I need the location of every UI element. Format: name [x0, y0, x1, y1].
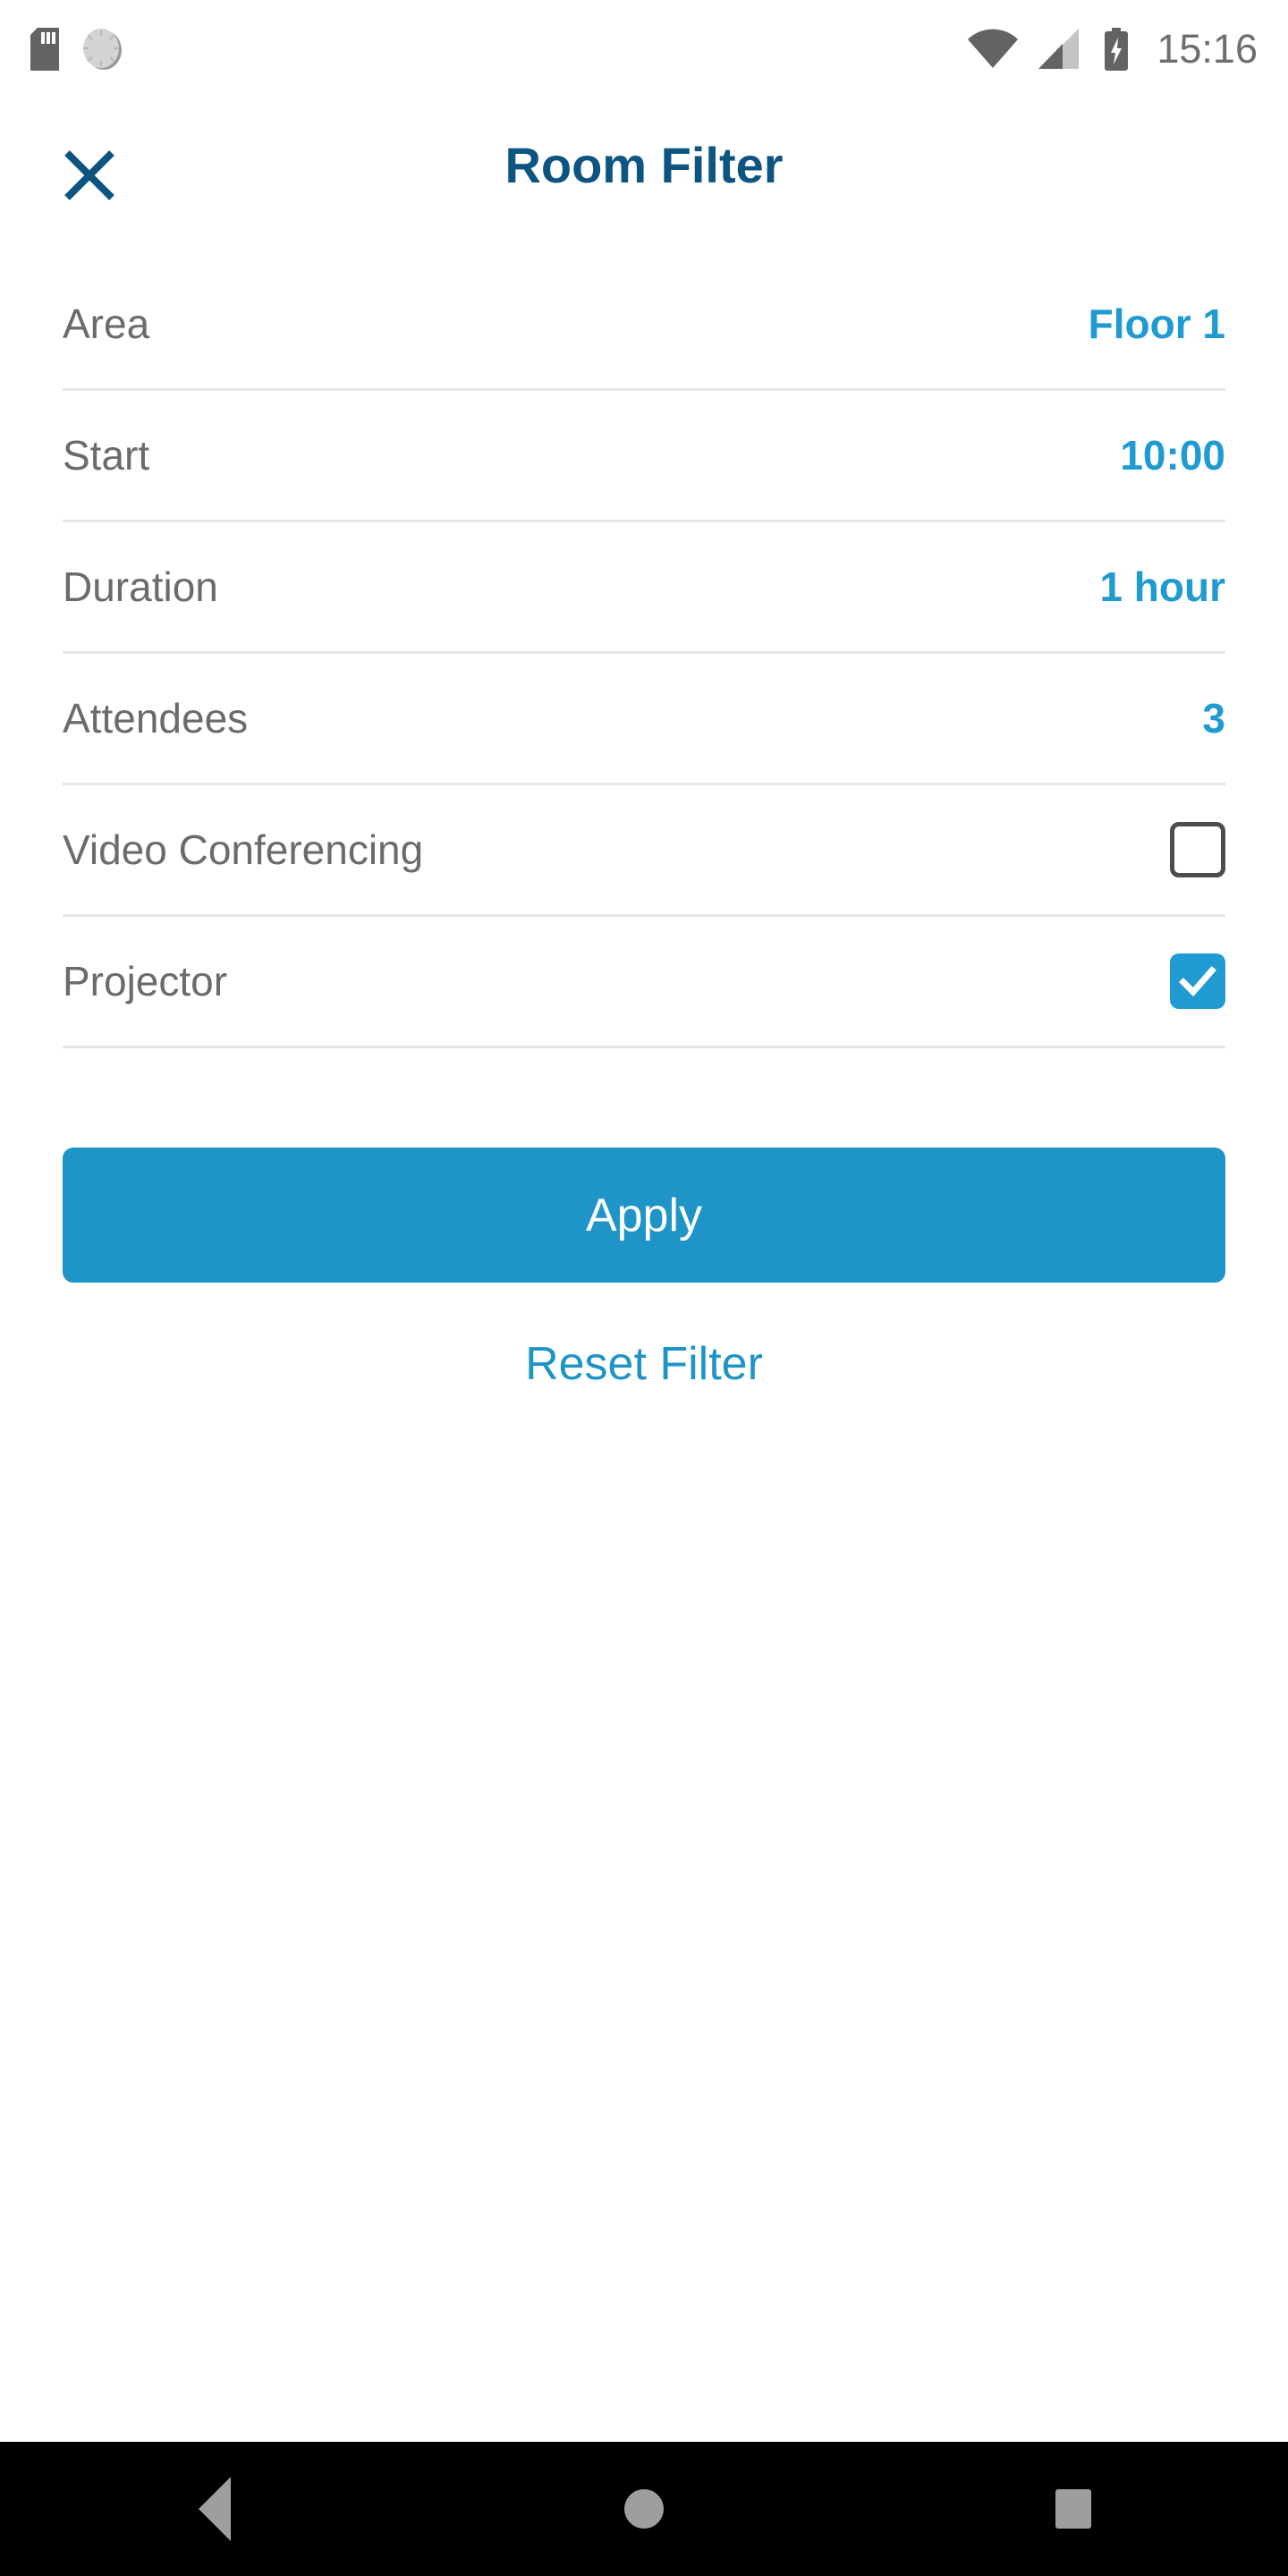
- battery-charging-icon: [1103, 28, 1130, 71]
- video-conferencing-checkbox[interactable]: [1170, 822, 1225, 877]
- recent-apps-icon: [1055, 2489, 1091, 2529]
- status-bar-right-icons: 15:16: [967, 26, 1258, 72]
- android-navigation-bar: [0, 2442, 1288, 2576]
- filter-row-video-conferencing[interactable]: Video Conferencing: [63, 785, 1225, 917]
- filter-label: Projector: [63, 958, 228, 1004]
- nav-recent-apps-button[interactable]: [993, 2442, 1154, 2576]
- clock-icon: [82, 28, 123, 71]
- home-icon: [624, 2489, 664, 2529]
- wifi-icon: [967, 29, 1019, 70]
- filter-row-projector[interactable]: Projector: [63, 917, 1225, 1048]
- filter-row-area[interactable]: Area Floor 1: [63, 259, 1225, 391]
- status-bar-left-icons: [30, 28, 123, 71]
- filter-label: Area: [63, 301, 150, 347]
- nav-home-button[interactable]: [564, 2442, 724, 2576]
- filter-row-start[interactable]: Start 10:00: [63, 391, 1225, 522]
- status-bar: 15:16: [0, 0, 1288, 98]
- cellular-signal-icon: [1038, 29, 1083, 70]
- page-title: Room Filter: [504, 137, 784, 193]
- filter-value: 3: [1202, 695, 1225, 741]
- filter-label: Attendees: [63, 695, 249, 741]
- projector-checkbox[interactable]: [1170, 953, 1225, 1009]
- filter-value: 10:00: [1120, 432, 1225, 479]
- back-icon: [199, 2477, 231, 2541]
- apply-button[interactable]: Apply: [63, 1148, 1225, 1283]
- filter-label: Start: [63, 432, 150, 479]
- filter-label: Video Conferencing: [63, 826, 424, 873]
- filter-label: Duration: [63, 564, 218, 610]
- filter-value: Floor 1: [1088, 301, 1225, 347]
- reset-filter-link[interactable]: Reset Filter: [0, 1337, 1288, 1391]
- status-bar-clock: 15:16: [1157, 26, 1258, 72]
- app-header: Room Filter: [0, 98, 1288, 233]
- filter-row-attendees[interactable]: Attendees 3: [63, 654, 1225, 785]
- filter-value: 1 hour: [1099, 564, 1225, 610]
- nav-back-button[interactable]: [134, 2442, 295, 2576]
- sd-card-icon: [30, 28, 59, 71]
- filter-row-duration[interactable]: Duration 1 hour: [63, 522, 1225, 654]
- checkmark-icon: [1178, 962, 1217, 1001]
- filter-list: Area Floor 1 Start 10:00 Duration 1 hour…: [63, 259, 1225, 1048]
